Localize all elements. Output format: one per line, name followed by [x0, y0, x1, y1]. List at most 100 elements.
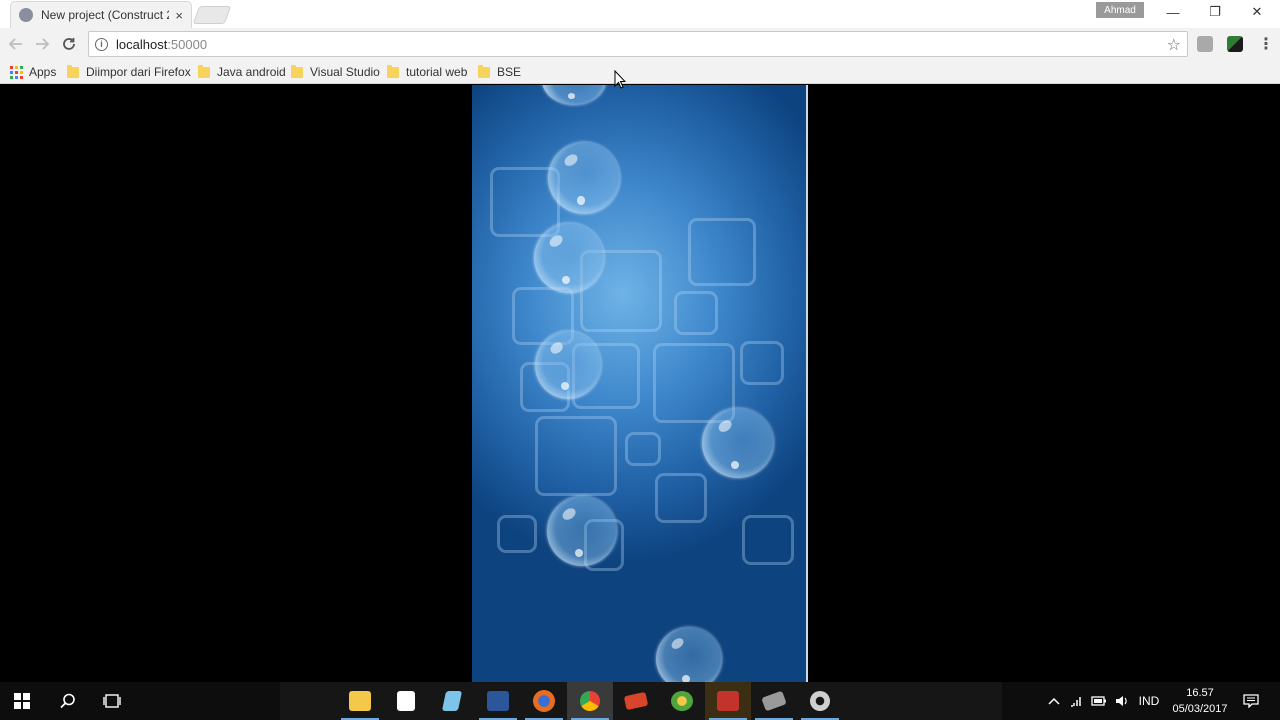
minimize-button[interactable]: —	[1152, 0, 1194, 24]
tab-close-icon[interactable]: ×	[175, 9, 183, 22]
construct-favicon-icon	[19, 8, 33, 22]
start-button[interactable]	[0, 682, 44, 720]
folder-icon	[387, 64, 399, 78]
address-bar[interactable]: i localhost:50000 ☆	[88, 31, 1188, 57]
url-port: :50000	[167, 36, 208, 52]
taskbar-store[interactable]	[383, 682, 429, 720]
decor-square	[655, 473, 707, 523]
browser-tab[interactable]: New project (Construct 2 ×	[10, 1, 192, 28]
windows-logo-icon	[14, 693, 30, 709]
bubble[interactable]	[535, 331, 601, 399]
forward-button[interactable]	[30, 32, 54, 56]
taskbar-firefox[interactable]	[521, 682, 567, 720]
bookmark-folder[interactable]: BSE	[478, 63, 521, 81]
reload-icon	[63, 38, 75, 50]
extension-icon[interactable]	[1197, 36, 1213, 52]
decor-square	[497, 515, 537, 553]
battery-icon[interactable]	[1088, 682, 1110, 720]
input-language-indicator[interactable]: IND	[1134, 682, 1164, 720]
task-view-button[interactable]	[90, 682, 134, 720]
construct-2-icon	[717, 691, 739, 711]
back-arrow-icon	[9, 38, 22, 50]
apps-grid-icon	[10, 65, 23, 79]
taskbar-chrome[interactable]	[567, 682, 613, 720]
certificate-icon	[761, 690, 787, 712]
volume-icon[interactable]	[1112, 682, 1132, 720]
word-icon	[487, 691, 509, 711]
windows-taskbar: IND 16.57 05/03/2017	[0, 682, 1280, 720]
extension-icon-2[interactable]	[1227, 36, 1243, 52]
clock-time: 16.57	[1186, 687, 1214, 699]
restore-button[interactable]: ❐	[1194, 0, 1236, 24]
folder-icon	[291, 64, 303, 78]
bookmark-label: Java android	[217, 65, 286, 79]
bubble[interactable]	[548, 142, 620, 214]
browser-toolbar: i localhost:50000 ☆ ⋮	[0, 28, 1280, 60]
decor-square	[674, 291, 718, 335]
reload-button[interactable]	[57, 32, 81, 56]
globe-icon	[671, 691, 693, 711]
bookmark-folder[interactable]: Diimpor dari Firefox	[67, 63, 191, 81]
decor-square	[688, 218, 756, 286]
close-window-button[interactable]: ✕	[1236, 0, 1278, 24]
task-view-icon	[103, 694, 121, 708]
clock-date: 05/03/2017	[1172, 703, 1228, 715]
bookmark-label: BSE	[497, 65, 522, 79]
tray-overflow-icon[interactable]	[1044, 682, 1064, 720]
decor-square	[742, 515, 794, 565]
search-button[interactable]	[46, 682, 90, 720]
browser-titlebar: New project (Construct 2 × Ahmad — ❐ ✕	[0, 0, 1280, 28]
chrome-icon	[580, 691, 600, 711]
new-tab-button[interactable]	[192, 6, 232, 24]
bookmark-label: Apps	[29, 65, 57, 79]
bookmark-apps[interactable]: Apps	[10, 63, 56, 81]
tab-title: New project (Construct 2	[41, 8, 170, 22]
taskbar-file-explorer[interactable]	[337, 682, 383, 720]
bubble[interactable]	[547, 496, 617, 566]
bookmark-label: tutorial web	[406, 65, 468, 79]
profile-badge[interactable]: Ahmad	[1096, 2, 1144, 18]
back-button[interactable]	[4, 32, 28, 56]
bookmark-folder[interactable]: tutorial web	[387, 63, 467, 81]
page-viewport	[0, 85, 1280, 682]
gear-icon	[810, 691, 830, 711]
action-center-button[interactable]	[1238, 682, 1264, 720]
bookmark-star-icon[interactable]: ☆	[1167, 35, 1181, 55]
notification-icon	[1243, 694, 1259, 708]
bookmark-label: Diimpor dari Firefox	[86, 65, 191, 79]
bubble[interactable]	[656, 627, 722, 682]
taskbar-notepad[interactable]	[429, 682, 475, 720]
bookmark-folder[interactable]: Java android	[198, 63, 286, 81]
store-bag-icon	[397, 691, 415, 711]
bookmarks-bar: Apps Diimpor dari Firefox Java android V…	[0, 60, 1280, 84]
bubble[interactable]	[534, 223, 604, 293]
bookmark-folder[interactable]: Visual Studio	[291, 63, 380, 81]
site-info-icon[interactable]: i	[95, 37, 108, 51]
notepad-icon	[441, 691, 463, 711]
taskbar-word[interactable]	[475, 682, 521, 720]
taskbar-cert-tool[interactable]	[751, 682, 797, 720]
network-icon[interactable]	[1066, 682, 1086, 720]
decor-square	[740, 341, 784, 385]
folder-icon	[478, 64, 490, 78]
decor-square	[625, 432, 661, 466]
decor-square	[535, 416, 617, 496]
taskbar-clock[interactable]: 16.57 05/03/2017	[1168, 685, 1232, 717]
taskbar-construct-2[interactable]	[705, 682, 751, 720]
folder-icon	[349, 691, 371, 711]
taskbar-settings[interactable]	[797, 682, 843, 720]
folder-icon	[198, 64, 210, 78]
forward-arrow-icon	[36, 38, 49, 50]
game-canvas[interactable]	[472, 85, 808, 682]
bubble[interactable]	[702, 408, 774, 478]
book-icon	[623, 691, 649, 711]
search-icon	[60, 693, 75, 709]
taskbar-network-tool[interactable]	[659, 682, 705, 720]
taskbar-ebook-reader[interactable]	[613, 682, 659, 720]
folder-icon	[67, 64, 79, 78]
bubble[interactable]	[542, 85, 606, 105]
url-host: localhost	[116, 36, 168, 52]
browser-menu-icon[interactable]: ⋮	[1258, 34, 1274, 54]
bookmark-label: Visual Studio	[310, 65, 380, 79]
firefox-icon	[533, 690, 555, 712]
